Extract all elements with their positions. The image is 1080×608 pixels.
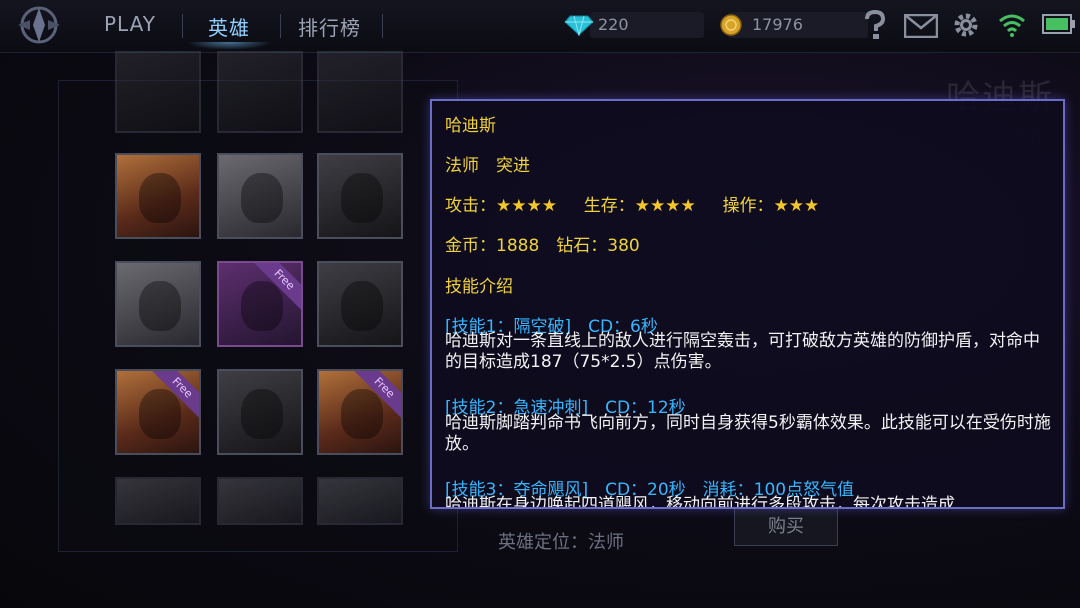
wifi-icon	[999, 14, 1025, 37]
hero-portrait[interactable]	[217, 477, 303, 525]
attack-stars: ★★★★	[496, 196, 557, 216]
hero-portrait[interactable]	[317, 477, 403, 525]
hero-portrait[interactable]: Free	[317, 369, 403, 455]
hero-role-label: 英雄定位：法师	[498, 532, 624, 553]
buy-button[interactable]: 购买	[734, 508, 838, 546]
hero-portrait[interactable]: Free	[115, 369, 201, 455]
help-icon[interactable]	[862, 10, 888, 40]
skill-3-description: 哈迪斯在身边唤起四道飓风，移动向前进行多段攻击，每次攻击造成	[445, 495, 955, 509]
hero-portrait[interactable]	[217, 51, 303, 133]
nav-divider	[280, 14, 281, 38]
hero-ratings: 攻击：★★★★ 生存：★★★★ 操作：★★★	[445, 191, 819, 216]
hero-portrait-selected[interactable]: Free	[217, 261, 303, 347]
hero-portrait[interactable]	[317, 153, 403, 239]
gold-coin-icon	[720, 14, 742, 36]
nav-play[interactable]: PLAY	[104, 12, 156, 36]
coin-count: 17976	[752, 15, 803, 34]
skill-1-description: 哈迪斯对一条直线上的敌人进行隔空轰击，可打破敌方英雄的防御护盾，对命中的目标造成…	[445, 331, 1040, 372]
hero-name: 哈迪斯	[445, 116, 496, 136]
control-stars: ★★★	[773, 196, 820, 216]
hero-info-tooltip: 哈迪斯 法师 突进 攻击：★★★★ 生存：★★★★ 操作：★★★ 金币：1888…	[430, 99, 1065, 509]
hero-portrait[interactable]	[217, 153, 303, 239]
coin-counter[interactable]: 17976	[720, 12, 868, 38]
hero-portrait[interactable]	[115, 261, 201, 347]
nav-ranking-tab[interactable]: 排行榜	[298, 12, 361, 41]
settings-icon[interactable]	[952, 11, 980, 39]
hero-portrait[interactable]	[317, 51, 403, 133]
battery-icon	[1042, 14, 1075, 34]
attack-label: 攻击：	[445, 196, 496, 216]
nav-divider	[182, 14, 183, 38]
top-bar: PLAY 英雄 排行榜 220 17976	[0, 0, 1080, 53]
game-logo-icon[interactable]	[12, 2, 66, 48]
diamond-icon	[564, 15, 594, 36]
hero-portrait[interactable]	[115, 153, 201, 239]
nav-heroes-tab[interactable]: 英雄	[208, 12, 250, 41]
active-tab-indicator	[186, 42, 272, 50]
hero-tags: 法师 突进	[445, 156, 530, 176]
hero-prices: 金币：1888 钻石：380	[445, 236, 640, 256]
hero-portrait[interactable]	[317, 261, 403, 347]
gem-count: 220	[598, 15, 629, 34]
skills-header: 技能介绍	[445, 277, 513, 297]
control-label: 操作：	[722, 196, 774, 216]
skill-2-description: 哈迪斯脚踏判命书飞向前方，同时自身获得5秒霸体效果。此技能可以在受伤时施放。	[445, 413, 1051, 454]
hero-portrait[interactable]	[115, 477, 201, 525]
hero-grid-panel: Free Free Free	[58, 51, 458, 552]
hero-portrait[interactable]	[217, 369, 303, 455]
hero-portrait[interactable]	[115, 51, 201, 133]
nav-divider	[382, 14, 383, 38]
mail-icon[interactable]	[904, 14, 938, 38]
gem-counter[interactable]: 220	[564, 12, 704, 38]
survival-stars: ★★★★	[634, 196, 696, 216]
survival-label: 生存：	[583, 196, 635, 216]
